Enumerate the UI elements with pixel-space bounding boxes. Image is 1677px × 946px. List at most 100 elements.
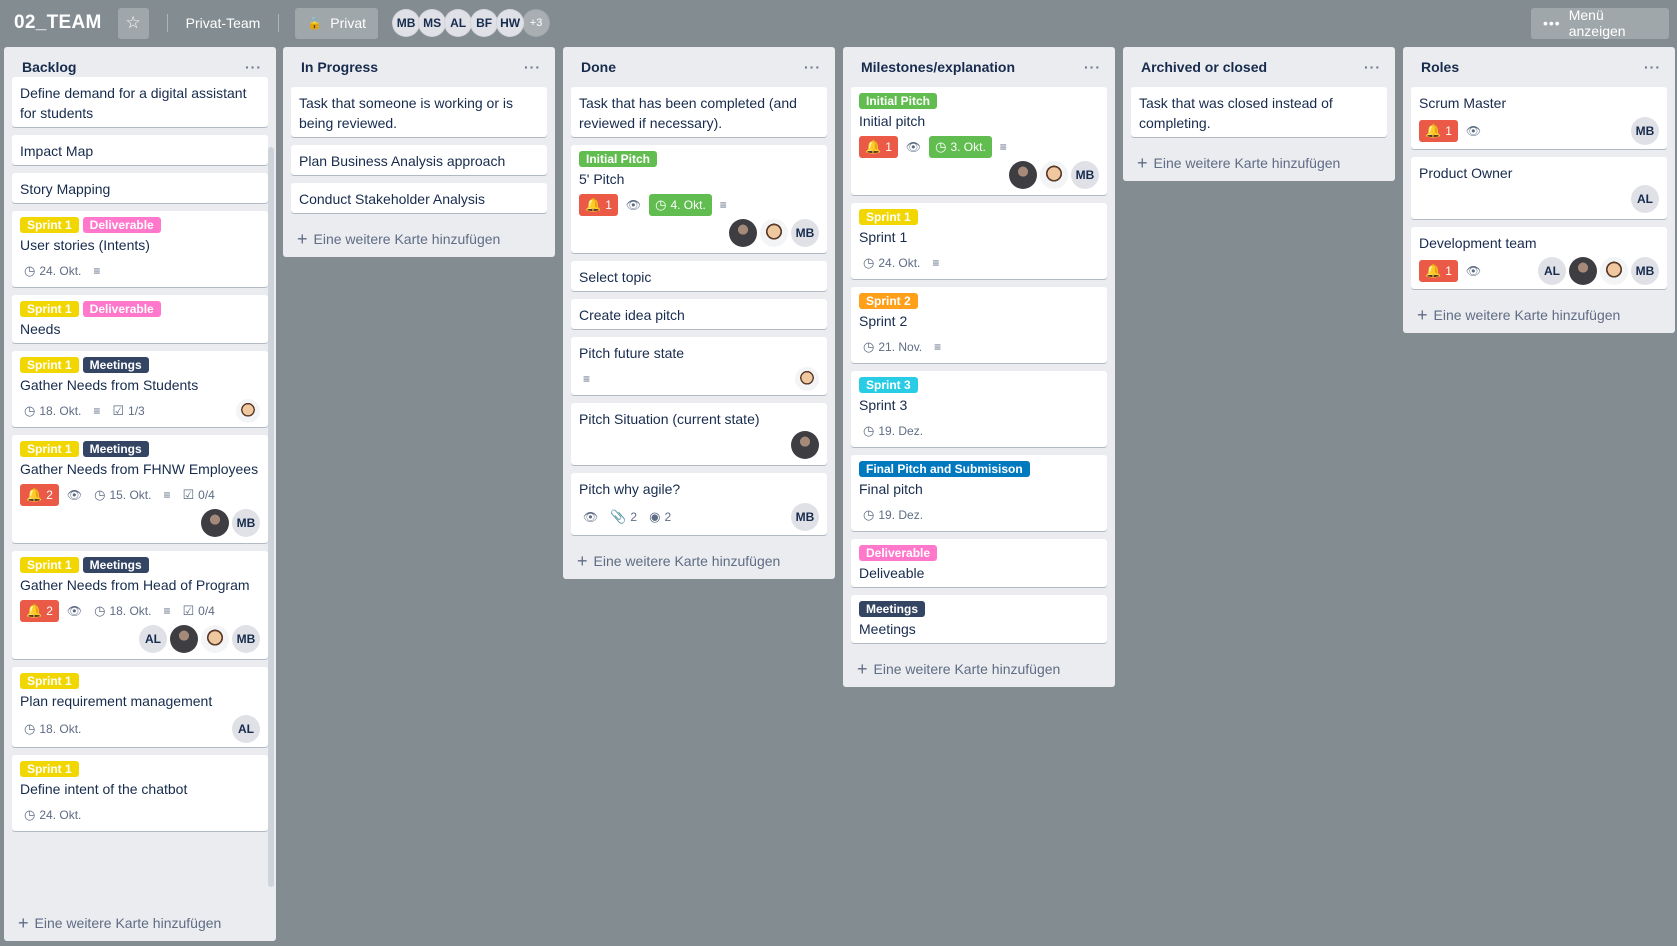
member-avatar-emoji[interactable]	[760, 219, 788, 247]
board-title[interactable]: 02_TEAM	[14, 12, 102, 34]
list-title[interactable]: Done	[581, 59, 616, 75]
card[interactable]: Task that was closed instead of completi…	[1131, 87, 1387, 137]
list-menu-icon[interactable]: ···	[524, 59, 541, 75]
card[interactable]: Impact Map	[12, 135, 268, 165]
card[interactable]: Product Owner AL	[1411, 157, 1667, 219]
member-avatar[interactable]: AL	[139, 625, 167, 653]
member-avatar-photo[interactable]	[170, 625, 198, 653]
member-avatar-emoji[interactable]	[1600, 257, 1628, 285]
card-badges: ◷ 24. Okt. ≡	[859, 251, 1099, 275]
member-avatar[interactable]: MB	[791, 503, 819, 531]
add-card-button[interactable]: + Eine weitere Karte hinzufügen	[291, 221, 547, 257]
member-avatar[interactable]: MB	[232, 625, 260, 653]
card[interactable]: Sprint 1 Plan requirement management ◷ 18…	[12, 667, 268, 747]
list-menu-icon[interactable]: ···	[804, 59, 821, 75]
list-title[interactable]: In Progress	[301, 59, 378, 75]
list-header[interactable]: Done ···	[571, 47, 827, 87]
list-title[interactable]: Backlog	[22, 59, 76, 75]
member-avatar-emoji[interactable]	[795, 367, 819, 391]
list-header[interactable]: In Progress ···	[291, 47, 547, 87]
member-avatar-emoji[interactable]	[236, 399, 260, 423]
member-avatar[interactable]: MB	[1631, 257, 1659, 285]
list-header[interactable]: Milestones/explanation ···	[851, 47, 1107, 87]
card[interactable]: Task that someone is working or is being…	[291, 87, 547, 137]
due-date: 24. Okt.	[878, 256, 921, 270]
member-avatar[interactable]: AL	[444, 9, 473, 37]
card[interactable]: Sprint 3 Sprint 3 ◷ 19. Dez.	[851, 371, 1107, 447]
member-avatar-photo[interactable]	[791, 431, 819, 459]
checklist-badge: ☑ 0/4	[179, 484, 219, 506]
list-title[interactable]: Roles	[1421, 59, 1459, 75]
card[interactable]: Sprint 1 Meetings Gather Needs from Stud…	[12, 351, 268, 427]
label-meetings: Meetings	[82, 441, 149, 457]
list-header[interactable]: Roles ···	[1411, 47, 1667, 87]
card[interactable]: Pitch why agile? 👁 📎 2 ◉ 2 MB	[571, 473, 827, 535]
member-avatar-emoji[interactable]	[1040, 161, 1068, 189]
list-menu-icon[interactable]: ···	[245, 59, 262, 75]
card[interactable]: Sprint 1 Define intent of the chatbot ◷ 2…	[12, 755, 268, 831]
list-menu-icon[interactable]: ···	[1644, 59, 1661, 75]
add-card-button[interactable]: + Eine weitere Karte hinzufügen	[851, 651, 1107, 687]
card[interactable]: Scrum Master 🔔 1 👁 MB	[1411, 87, 1667, 149]
card[interactable]: Pitch future state ≡	[571, 337, 827, 395]
member-avatar[interactable]: HW	[496, 9, 525, 37]
member-avatar[interactable]: AL	[1631, 185, 1659, 213]
notification-count: 2	[46, 488, 53, 502]
card[interactable]: Meetings Meetings	[851, 595, 1107, 643]
member-avatar[interactable]: MB	[1631, 117, 1659, 145]
list-scrollbar[interactable]	[268, 147, 274, 887]
add-card-button[interactable]: + Eine weitere Karte hinzufügen	[12, 905, 227, 941]
show-menu-label: Menü anzeigen	[1568, 7, 1626, 39]
show-menu-button[interactable]: ••• Menü anzeigen	[1531, 7, 1669, 39]
checklist-count: 0/4	[198, 488, 215, 502]
card[interactable]: Sprint 1 Sprint 1 ◷ 24. Okt. ≡	[851, 203, 1107, 279]
card[interactable]: Task that has been completed (and review…	[571, 87, 827, 137]
member-avatar[interactable]: MB	[232, 509, 260, 537]
list-header[interactable]: Archived or closed ···	[1131, 47, 1387, 87]
card[interactable]: Sprint 1 Meetings Gather Needs from Head…	[12, 551, 268, 659]
card[interactable]: Story Mapping	[12, 173, 268, 203]
add-card-button[interactable]: + Eine weitere Karte hinzufügen	[571, 543, 827, 579]
add-card-button[interactable]: + Eine weitere Karte hinzufügen	[1411, 297, 1667, 333]
star-icon[interactable]: ☆	[117, 7, 149, 39]
list-title[interactable]: Archived or closed	[1141, 59, 1267, 75]
card[interactable]: Sprint 1 Deliverable Needs	[12, 295, 268, 343]
card[interactable]: Final Pitch and Submisison Final pitch ◷…	[851, 455, 1107, 531]
card[interactable]: Plan Business Analysis approach	[291, 145, 547, 175]
card[interactable]: Select topic	[571, 261, 827, 291]
member-avatar-photo[interactable]	[1569, 257, 1597, 285]
label-sprint: Sprint 1	[20, 301, 79, 317]
card[interactable]: Conduct Stakeholder Analysis	[291, 183, 547, 213]
card[interactable]: Development team 🔔 1 👁 AL MB	[1411, 227, 1667, 289]
team-button[interactable]: Privat-Team	[178, 8, 269, 39]
member-avatar[interactable]: MB	[791, 219, 819, 247]
checklist-badge: ☑ 0/4	[179, 600, 219, 622]
github-badge: ◉ 2	[645, 506, 675, 528]
card[interactable]: Initial Pitch Initial pitch 🔔 1 👁 ◷ 3. Okt…	[851, 87, 1107, 195]
list-title[interactable]: Milestones/explanation	[861, 59, 1015, 75]
card[interactable]: Initial Pitch 5' Pitch 🔔 1 👁 ◷ 4. Okt. ≡ M…	[571, 145, 827, 253]
member-avatar-photo[interactable]	[729, 219, 757, 247]
card[interactable]: Sprint 1 Deliverable User stories (Inten…	[12, 211, 268, 287]
add-card-button[interactable]: + Eine weitere Karte hinzufügen	[1131, 145, 1387, 181]
member-avatar-photo[interactable]	[201, 509, 229, 537]
card[interactable]: Pitch Situation (current state)	[571, 403, 827, 465]
member-avatar[interactable]: MS	[418, 9, 447, 37]
member-avatar[interactable]: MB	[392, 9, 421, 37]
visibility-button[interactable]: 🔒 Privat	[295, 7, 379, 39]
description-icon: ≡	[934, 340, 942, 354]
list-menu-icon[interactable]: ···	[1364, 59, 1381, 75]
list-menu-icon[interactable]: ···	[1084, 59, 1101, 75]
card[interactable]: Define demand for a digital assistant fo…	[12, 77, 268, 127]
member-avatar[interactable]: MB	[1071, 161, 1099, 189]
member-avatar[interactable]: AL	[1538, 257, 1566, 285]
card[interactable]: Sprint 2 Sprint 2 ◷ 21. Nov. ≡	[851, 287, 1107, 363]
card[interactable]: Sprint 1 Meetings Gather Needs from FHNW…	[12, 435, 268, 543]
member-avatar[interactable]: AL	[232, 715, 260, 743]
more-members-button[interactable]: +3	[522, 9, 551, 37]
member-avatar[interactable]: BF	[470, 9, 499, 37]
member-avatar-emoji[interactable]	[201, 625, 229, 653]
card[interactable]: Create idea pitch	[571, 299, 827, 329]
card[interactable]: Deliverable Deliveable	[851, 539, 1107, 587]
member-avatar-photo[interactable]	[1009, 161, 1037, 189]
